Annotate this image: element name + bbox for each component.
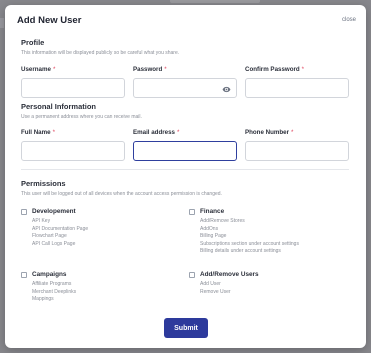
permission-list: Affiliate Programs Merchant Deeplinks Ma… (32, 281, 76, 304)
add-user-modal: Add New User close Profile This informat… (5, 5, 366, 348)
permission-item: API Call Logs Page (32, 240, 76, 247)
add-remove-users-checkbox[interactable] (189, 271, 195, 278)
finance-checkbox[interactable] (189, 208, 195, 215)
personal-section-subtitle: Use a permanent address where you can re… (21, 114, 142, 120)
permission-item: Mappings (32, 296, 54, 302)
permission-item: API Documentation Page (32, 225, 89, 232)
full-name-input-box (21, 141, 125, 163)
permission-item: Billing details under account settings (200, 248, 281, 254)
permission-group-name: Campaigns (32, 271, 67, 278)
permission-item: Add User (200, 281, 221, 287)
confirm-password-input[interactable] (246, 81, 348, 100)
permissions-section-title: Permissions (21, 179, 66, 188)
permission-list: API Key API Documentation Page Flowchart… (32, 218, 88, 248)
modal-title: Add New User (17, 15, 82, 26)
confirm-password-label: Confirm Password * (245, 66, 305, 73)
confirm-password-input-box (245, 78, 349, 100)
permission-item: Merchant Deeplinks (32, 288, 77, 295)
permission-group-add-remove-users: Add/Remove Users Add User Remove User (189, 271, 259, 296)
permission-list: Add/Remove Stores AddOns Billing Page Su… (200, 218, 299, 256)
campaigns-checkbox[interactable] (21, 271, 27, 278)
permission-item: Flowchart Page (32, 233, 67, 239)
background-element (170, 0, 260, 3)
permission-group-name: Finance (200, 208, 225, 215)
phone-number-input-box (245, 141, 349, 163)
username-field: Username * (21, 66, 125, 100)
permission-list: Add User Remove User (200, 281, 259, 296)
permission-group-campaigns: Campaigns Affiliate Programs Merchant De… (21, 271, 76, 304)
username-label: Username * (21, 66, 56, 73)
password-label: Password * (133, 66, 167, 73)
phone-number-input[interactable] (246, 144, 348, 163)
background-element (0, 18, 4, 28)
permissions-section-subtitle: This user will be logged out of all devi… (21, 191, 222, 197)
profile-section-title: Profile (21, 38, 45, 47)
permission-group-name: Developement (32, 208, 76, 215)
username-input[interactable] (22, 81, 124, 100)
confirm-password-field: Confirm Password * (245, 66, 349, 100)
personal-section-title: Personal Information (21, 102, 97, 111)
developement-checkbox[interactable] (21, 208, 27, 215)
permission-item: Remove User (200, 288, 231, 295)
close-button[interactable]: close (342, 17, 356, 23)
full-name-field: Full Name * (21, 129, 125, 163)
phone-number-field: Phone Number * (245, 129, 349, 163)
section-divider (21, 169, 349, 170)
email-input-box (133, 141, 237, 163)
full-name-input[interactable] (22, 144, 124, 163)
profile-section-subtitle: This information will be displayed publi… (21, 50, 180, 56)
permission-group-name: Add/Remove Users (200, 271, 259, 278)
permission-group-finance: Finance Add/Remove Stores AddOns Billing… (189, 208, 299, 256)
permission-item: API Key (32, 218, 51, 224)
email-label: Email address * (133, 129, 180, 136)
password-input-box (133, 78, 237, 100)
permission-item: Add/Remove Stores (200, 218, 245, 224)
submit-button[interactable]: Submit (164, 318, 208, 338)
eye-icon[interactable] (222, 85, 231, 94)
permission-item: Subscriptions section under account sett… (200, 240, 299, 247)
email-field: Email address * (133, 129, 237, 163)
username-input-box (21, 78, 125, 100)
password-input[interactable] (134, 81, 236, 100)
email-input[interactable] (134, 144, 236, 163)
full-name-label: Full Name * (21, 129, 55, 136)
password-field: Password * (133, 66, 237, 100)
permission-item: Billing Page (200, 233, 227, 239)
permission-item: Affiliate Programs (32, 281, 72, 287)
phone-number-label: Phone Number * (245, 129, 294, 136)
permission-group-developement: Developement API Key API Documentation P… (21, 208, 88, 248)
permission-item: AddOns (200, 225, 219, 232)
